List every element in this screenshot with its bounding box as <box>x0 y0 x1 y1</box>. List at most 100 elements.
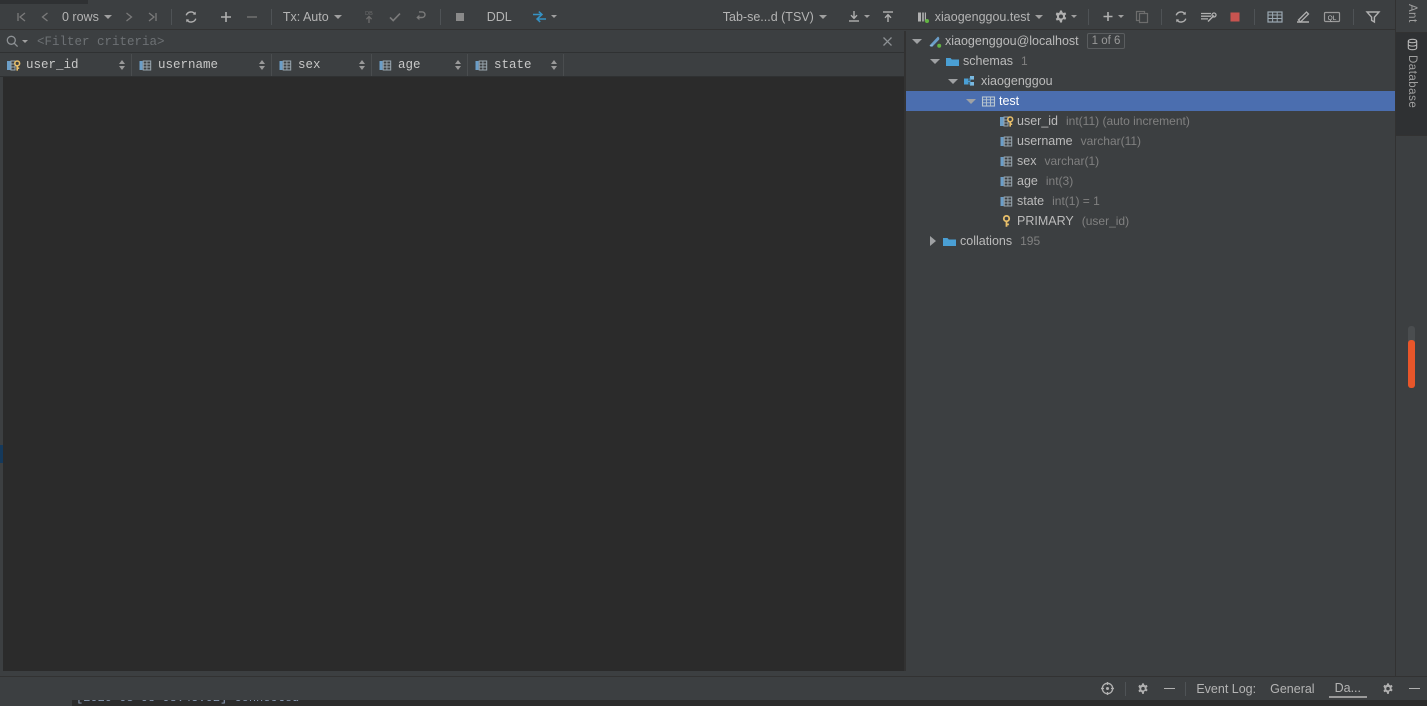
tree-node-schemas[interactable]: schemas 1 <box>906 51 1395 71</box>
chevron-down-icon[interactable] <box>930 58 940 64</box>
go-to-prev-row-icon[interactable] <box>33 5 57 29</box>
toolbar-separator <box>170 8 172 25</box>
tool-window-tab-database[interactable]: Database <box>1396 32 1427 136</box>
ddl-label: DDL <box>486 9 512 24</box>
hide-icon[interactable] <box>1402 677 1427 701</box>
row-count-dropdown[interactable]: 0 rows <box>57 5 117 29</box>
tree-node-meta: int(3) <box>1045 174 1074 188</box>
tree-node-username[interactable]: username varchar(11) <box>906 131 1395 151</box>
add-row-button[interactable] <box>213 5 239 29</box>
tab-database[interactable]: Da... <box>1322 677 1374 701</box>
delete-row-button[interactable] <box>239 5 265 29</box>
database-tree: xiaogenggou@localhost 1 of 6 schemas 1 xiaog… <box>906 31 1395 671</box>
go-to-last-row-icon[interactable] <box>141 5 165 29</box>
column-icon <box>278 58 293 73</box>
compare-with-icon[interactable] <box>526 5 562 29</box>
tree-node-meta: int(11) (auto increment) <box>1066 114 1190 128</box>
tree-node-label: username <box>1017 134 1073 148</box>
scrollbar-thumb[interactable] <box>1408 340 1415 388</box>
import-data-icon[interactable] <box>875 5 901 29</box>
chevron-down-icon <box>333 14 342 19</box>
transaction-mode-dropdown[interactable]: Tx: Auto <box>278 5 347 29</box>
sort-toggle-icon[interactable] <box>455 60 461 70</box>
right-tool-strip: Ant Database <box>1395 0 1427 706</box>
rollback-icon[interactable] <box>408 5 434 29</box>
column-icon <box>998 194 1015 209</box>
jump-to-query-console-icon[interactable] <box>1194 5 1222 29</box>
tree-node-state[interactable]: state int(1) = 1 <box>906 191 1395 211</box>
sort-toggle-icon[interactable] <box>259 60 265 70</box>
datasource-selector[interactable]: xiaogenggou.test <box>910 5 1048 29</box>
ql-console-icon[interactable]: QL <box>1317 5 1347 29</box>
column-header-age[interactable]: age <box>372 54 468 76</box>
filter-input[interactable]: <Filter criteria> <box>33 32 882 52</box>
toolbar-separator <box>1353 8 1354 25</box>
column-icon <box>378 58 393 73</box>
submit-to-db-icon[interactable]: DB <box>356 5 382 29</box>
tree-node-test[interactable]: test <box>906 91 1395 111</box>
tab-database-label: Da... <box>1328 679 1367 698</box>
go-to-next-row-icon[interactable] <box>117 5 141 29</box>
column-header-label: username <box>158 58 219 72</box>
close-icon[interactable] <box>882 36 904 47</box>
search-icon[interactable] <box>0 30 33 54</box>
primary-key-column-icon <box>6 58 21 73</box>
reload-page-icon[interactable] <box>178 5 204 29</box>
event-log-label: Event Log: <box>1196 681 1257 696</box>
export-data-icon[interactable] <box>841 5 875 29</box>
hide-icon[interactable] <box>1157 677 1182 701</box>
column-icon <box>998 154 1015 169</box>
tree-node-age[interactable]: age int(3) <box>906 171 1395 191</box>
gear-icon[interactable] <box>1374 677 1402 701</box>
column-header-user_id[interactable]: user_id <box>0 54 132 76</box>
chevron-down-icon[interactable] <box>912 38 922 44</box>
synchronize-icon[interactable] <box>1168 5 1194 29</box>
duplicate-icon[interactable] <box>1129 5 1155 29</box>
tree-node-meta: int(1) = 1 <box>1052 194 1100 208</box>
filter-icon[interactable] <box>1360 5 1386 29</box>
inspections-icon[interactable] <box>1093 677 1122 701</box>
chevron-down-icon <box>550 15 557 18</box>
tree-node-badge: 1 of 6 <box>1086 33 1126 49</box>
column-header-state[interactable]: state <box>468 54 564 76</box>
ant-tab-label: Ant <box>1406 4 1418 23</box>
tree-node-user-id[interactable]: user_id int(11) (auto increment) <box>906 111 1395 131</box>
gear-icon[interactable] <box>1129 677 1157 701</box>
tree-node-meta: 1 <box>1021 54 1028 68</box>
console-line: [2020-03-08 08:45:02] Connected <box>76 700 299 705</box>
modify-icon[interactable] <box>1289 5 1317 29</box>
sort-toggle-icon[interactable] <box>119 60 125 70</box>
column-header-label: age <box>398 58 421 72</box>
table-editor-icon[interactable] <box>1261 5 1289 29</box>
column-header-label: user_id <box>26 58 79 72</box>
chevron-down-icon[interactable] <box>948 78 958 84</box>
stop-icon[interactable] <box>447 5 473 29</box>
data-source-settings-icon[interactable] <box>1048 5 1082 29</box>
tree-node-xiaogenggou[interactable]: xiaogenggou <box>906 71 1395 91</box>
tree-node-meta: varchar(1) <box>1044 154 1100 168</box>
tree-node-xiaogenggou-localhost[interactable]: xiaogenggou@localhost 1 of 6 <box>906 31 1395 51</box>
chevron-down-icon[interactable] <box>966 98 976 104</box>
tree-node-primary[interactable]: PRIMARY (user_id) <box>906 211 1395 231</box>
tree-node-sex[interactable]: sex varchar(1) <box>906 151 1395 171</box>
console-output-clipped: [2020-03-08 08:45:02] Connected <box>0 700 1427 706</box>
chevron-right-icon[interactable] <box>930 236 936 246</box>
commit-icon[interactable] <box>382 5 408 29</box>
column-icon <box>474 58 489 73</box>
column-header-label: sex <box>298 58 321 72</box>
tool-window-tab-ant[interactable]: Ant <box>1396 0 1427 30</box>
grid-body[interactable] <box>0 77 904 671</box>
tree-node-collations[interactable]: collations 195 <box>906 231 1395 251</box>
output-format-dropdown[interactable]: Tab-se...d (TSV) <box>718 5 832 29</box>
column-header-sex[interactable]: sex <box>272 54 372 76</box>
sort-toggle-icon[interactable] <box>359 60 365 70</box>
error-stripe-scrollbar[interactable] <box>1408 326 1415 388</box>
stop-red-icon[interactable] <box>1222 5 1248 29</box>
column-header-username[interactable]: username <box>132 54 272 76</box>
new-icon[interactable] <box>1095 5 1129 29</box>
ddl-button[interactable]: DDL <box>482 5 517 29</box>
go-to-first-row-icon[interactable] <box>9 5 33 29</box>
sort-toggle-icon[interactable] <box>551 60 557 70</box>
tab-general[interactable]: General <box>1263 677 1321 701</box>
tree-node-label: xiaogenggou@localhost <box>945 34 1079 48</box>
